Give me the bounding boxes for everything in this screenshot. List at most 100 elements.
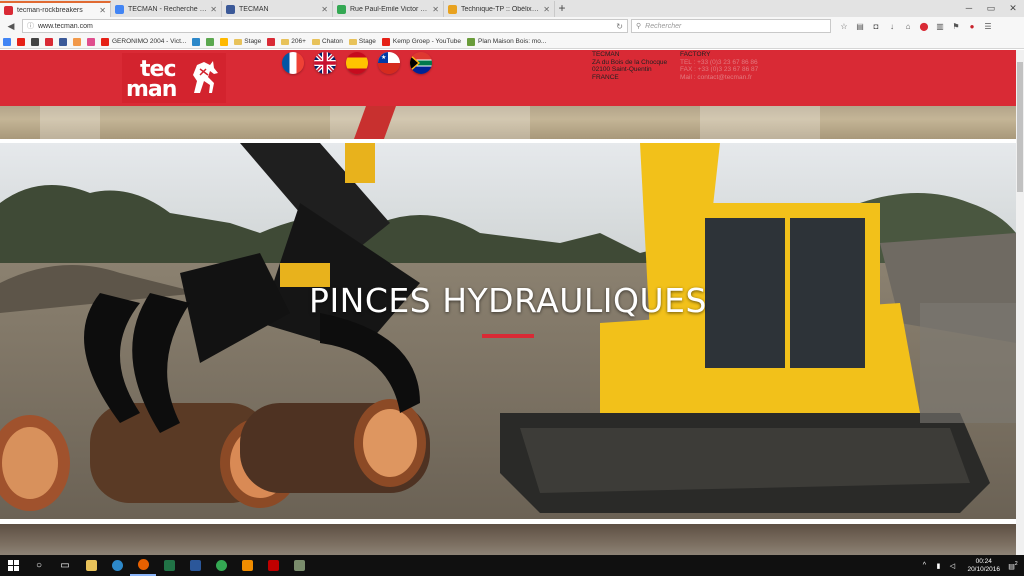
browser-tab[interactable]: tecman-rockbreakers ✕ — [0, 1, 111, 17]
bookmark-item[interactable] — [87, 37, 98, 46]
factory-contact: FACTORY TEL : +33 (0)3 23 67 86 86 FAX :… — [680, 51, 758, 81]
cortana-icon[interactable]: ○ — [26, 555, 52, 576]
bookmark-favicon-icon — [3, 37, 11, 46]
flag-cl-icon[interactable]: ★ — [378, 52, 400, 74]
bookmark-item[interactable] — [267, 37, 278, 46]
bookmark-item[interactable] — [220, 37, 231, 46]
flag-za-icon[interactable] — [410, 52, 432, 74]
download-icon[interactable]: ↓ — [885, 22, 899, 31]
folder-icon — [311, 38, 320, 45]
excel-icon[interactable] — [156, 555, 182, 576]
flag-fr-icon[interactable] — [282, 52, 304, 74]
tab-close-icon[interactable]: ✕ — [543, 5, 550, 14]
web-page: tec man ★ TECMAN ZA du Bois de la Chocqu… — [0, 50, 1016, 555]
reload-icon[interactable]: ↻ — [616, 22, 623, 31]
clock-time: 00:24 — [975, 557, 992, 565]
bookmark-folder[interactable]: Chaton — [311, 38, 343, 45]
bookmark-item[interactable] — [192, 37, 203, 46]
bookmark-favicon-icon — [220, 37, 229, 46]
excavator-photo — [0, 143, 1016, 519]
flag-uk-icon[interactable] — [314, 52, 336, 74]
file-explorer-icon[interactable] — [78, 555, 104, 576]
browser-tab[interactable]: Technique-TP :: Obélix de ...✕ — [444, 1, 555, 17]
address-bar[interactable]: ⓘ www.tecman.com ↻ — [22, 19, 628, 33]
tab-title: TECMAN — [239, 5, 269, 13]
language-selector: ★ — [282, 52, 442, 74]
bookmark-favicon-icon — [87, 37, 95, 46]
bookmark-item[interactable] — [17, 37, 28, 46]
game-icon[interactable] — [286, 555, 312, 576]
volume-icon[interactable]: ◁ — [947, 562, 957, 570]
reading-list-icon[interactable]: ▤ — [853, 22, 867, 31]
extension-icon[interactable]: ⚑ — [949, 22, 963, 31]
bookmark-label: Stage — [244, 38, 262, 45]
search-placeholder: Rechercher — [645, 22, 682, 30]
folder-icon — [281, 38, 290, 45]
logo-text-man: man — [126, 77, 177, 102]
search-input[interactable]: ⚲ Rechercher — [631, 19, 831, 33]
chrome-icon[interactable] — [208, 555, 234, 576]
bookmark-item[interactable]: Plan Maison Bois: mo... — [466, 37, 546, 46]
tray-chevron-icon[interactable]: ^ — [919, 562, 929, 569]
maximize-icon[interactable]: ▭ — [980, 0, 1002, 16]
bookmark-favicon-icon — [267, 37, 276, 46]
tab-favicon-icon — [226, 4, 235, 14]
tab-title: Rue Paul-Emile Victor - G... — [350, 5, 430, 13]
bookmark-item[interactable] — [73, 37, 84, 46]
browser-tab[interactable]: Rue Paul-Emile Victor - G... ✕ — [333, 1, 444, 17]
tab-close-icon[interactable]: ✕ — [432, 5, 439, 14]
bookmark-folder[interactable]: Stage — [234, 38, 261, 45]
network-icon[interactable]: ▮ — [933, 562, 943, 570]
close-window-icon[interactable]: ✕ — [1002, 0, 1024, 16]
filezilla-icon[interactable] — [260, 555, 286, 576]
tab-close-icon[interactable]: ✕ — [210, 5, 217, 14]
scrollbar-thumb[interactable] — [1017, 62, 1023, 192]
word-icon[interactable] — [182, 555, 208, 576]
firefox-icon[interactable] — [130, 555, 156, 576]
bookmark-item[interactable] — [206, 37, 217, 46]
bookmark-item[interactable]: GERONIMO 2004 - Vict... — [101, 37, 186, 46]
bookmark-item[interactable] — [31, 37, 42, 46]
bookmark-item[interactable]: Kemp Groep - YouTube — [381, 37, 461, 46]
tab-favicon-icon — [4, 5, 13, 15]
horse-logo-icon — [193, 61, 218, 93]
factory-tel: TEL : +33 (0)3 23 67 86 86 — [680, 58, 758, 66]
tab-title: TECMAN - Recherche Go... — [128, 5, 208, 13]
pinterest-icon[interactable]: ● — [965, 22, 979, 31]
home-icon[interactable]: ⌂ — [901, 22, 915, 31]
task-view-icon[interactable]: ▭ — [52, 555, 78, 576]
new-tab-button[interactable]: + — [555, 1, 569, 17]
factory-mail[interactable]: Mail : contact@tecman.fr — [680, 74, 758, 82]
notification-center-icon[interactable]: ▤2 — [1006, 561, 1020, 570]
menu-icon[interactable]: ☰ — [981, 22, 995, 31]
bookmark-favicon-icon — [45, 37, 53, 46]
site-info-icon[interactable]: ⓘ — [27, 21, 34, 31]
flag-es-icon[interactable] — [346, 52, 368, 74]
bookmark-folder[interactable]: Stage — [348, 38, 376, 45]
clock[interactable]: 00:24 20/10/2016 — [967, 558, 1000, 574]
adblock-icon[interactable]: ⬤ — [917, 22, 931, 31]
folder-icon — [234, 38, 243, 45]
back-icon[interactable]: ◀ — [4, 19, 18, 33]
bookmark-favicon-icon — [466, 37, 475, 46]
library-icon[interactable]: ▥ — [933, 22, 947, 31]
tab-close-icon[interactable]: ✕ — [99, 6, 106, 15]
tab-close-icon[interactable]: ✕ — [321, 5, 328, 14]
browser-tab[interactable]: TECMAN ✕ — [222, 1, 333, 17]
tecman-logo[interactable]: tec man — [122, 53, 226, 103]
vlc-icon[interactable] — [234, 555, 260, 576]
bookmark-label: 206+ — [291, 38, 306, 45]
bookmark-item[interactable] — [59, 37, 70, 46]
bookmark-item[interactable] — [3, 37, 14, 46]
start-button[interactable] — [0, 555, 26, 576]
edge-icon[interactable] — [104, 555, 130, 576]
page-scrollbar[interactable] — [1016, 50, 1024, 555]
bookmark-star-icon[interactable]: ☆ — [837, 22, 851, 31]
bookmark-folder[interactable]: 206+ — [281, 38, 306, 45]
browser-tab[interactable]: TECMAN - Recherche Go... ✕ — [111, 1, 222, 17]
bookmark-favicon-icon — [206, 37, 215, 46]
pocket-icon[interactable]: ◘ — [869, 22, 883, 31]
bookmark-item[interactable] — [45, 37, 56, 46]
company-name: TECMAN — [592, 51, 620, 58]
minimize-icon[interactable]: ─ — [958, 0, 980, 16]
